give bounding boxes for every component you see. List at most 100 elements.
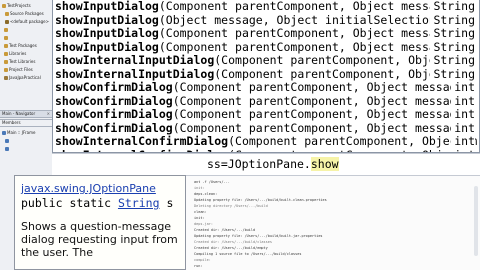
method-name: showInputDialog [55,0,159,13]
folder-icon [5,147,9,151]
method-name: showConfirmDialog [55,93,173,108]
navigator-tree: Main :: JFrame [0,129,52,153]
folder-icon [2,4,6,8]
javadoc-popup: javax.swing.JOptionPane public static St… [14,175,186,270]
completion-item[interactable]: showConfirmDialog (Component parentCompon… [53,120,479,135]
return-type: int [451,121,475,135]
tree-node[interactable]: TestProjects [0,2,52,10]
folder-icon [2,131,6,135]
tree-node-label: JavaJpaPractical [9,75,41,80]
editor-line[interactable]: ss=JOptionPane.show [52,153,480,175]
completion-item[interactable]: showConfirmDialog (Component parentCompon… [53,80,479,95]
folder-icon [4,28,8,32]
return-type: int [451,107,475,122]
folder-icon [5,12,9,16]
tree-node[interactable]: <default package> [0,18,52,26]
method-name: showInternalConfirmDialog [55,134,229,148]
javadoc-description: Shows a question-message dialog requesti… [21,220,178,259]
method-params: (Component parentComponent, Object messa… [172,93,471,108]
tree-node[interactable] [0,145,52,153]
output-console: ant -f /Users/... init: deps-clean: Updatin… [186,175,480,270]
tree-node[interactable]: Main :: JFrame [0,129,52,137]
folder-icon [4,76,8,80]
members-tab[interactable]: Members [0,119,52,127]
completion-item[interactable]: showConfirmDialog (Component parentCompon… [53,93,479,108]
method-name: showInternalInputDialog [55,66,215,81]
tree-node[interactable]: Source Packages [0,10,52,18]
signature-return-type[interactable]: String [118,196,160,210]
return-type: int [451,80,475,95]
return-type: String [430,67,475,81]
completion-item[interactable]: showInputDialog (Component parentComponen… [53,0,479,14]
console-lines: ant -f /Users/... init: deps-clean: Updatin… [186,176,480,270]
method-name: showInputDialog [55,26,159,40]
navigator-tab-label: Main - Navigator [2,111,36,116]
tree-node-label: Test Packages [9,43,37,48]
method-name: showConfirmDialog [55,107,173,121]
method-params: (Component parentComponent, Object messa… [158,0,457,13]
tree-node[interactable] [0,26,52,34]
tree-node-label: <default package> [10,19,49,24]
return-type: String [430,26,475,41]
javadoc-package-link[interactable]: javax.swing.JOptionPane [21,182,179,195]
code-text[interactable]: ss=JOptionPane.show [207,157,339,171]
completion-item[interactable]: showInternalInputDialog (Component parent… [53,53,479,68]
completion-item[interactable]: showInternalConfirmDialog(Component pare… [53,134,479,149]
folder-icon [5,20,9,24]
tree-node[interactable]: Project Files [0,66,52,74]
completion-list[interactable]: showInputDialog (Component parentComponen… [53,0,479,152]
method-name: showConfirmDialog [55,120,173,135]
folder-icon [4,60,8,64]
tree-node[interactable] [0,34,52,42]
navigator-tab[interactable]: Main - Navigator × [0,110,52,118]
return-type: String [430,13,475,27]
members-tab-label: Members [2,120,21,125]
close-icon[interactable]: × [47,110,50,118]
method-params: (Component parentComponent, Object m [214,66,464,81]
folder-icon [4,52,8,56]
method-name: showInputDialog [55,12,159,27]
method-name: showInternalInputDialog [55,53,215,67]
return-type: int [451,94,475,108]
typed-text: show [310,157,339,171]
method-params: (Component parentComponent, Object m [228,134,478,148]
tree-node-label: Project Files [9,67,33,72]
project-tree: TestProjects Source Packages <default pack… [0,0,52,82]
tree-node-label: Test Libraries [9,59,36,64]
method-params: (Component parentComponent, Object messa… [172,80,471,94]
folder-icon [4,68,8,72]
completion-item[interactable]: showInternalInputDialog (Component parent… [53,66,479,81]
tree-node-label: TestProjects [7,3,31,8]
tree-node[interactable]: Libraries [0,50,52,58]
folder-icon [4,36,8,40]
folder-icon [4,44,8,48]
tree-node-label: Libraries [9,51,27,56]
method-params: (Component parentComponent, Object messa… [172,120,471,135]
return-type: String [430,53,475,68]
console-scrollbar[interactable] [474,186,478,256]
tree-node[interactable]: JavaJpaPractical [0,74,52,82]
folder-icon [5,139,9,143]
method-params: (Component parentComponent, Object messa… [158,26,457,40]
javadoc-signature: public static String s [21,196,179,210]
return-type: int [451,134,475,149]
signature-modifiers: public static [21,196,112,210]
completion-item[interactable]: showInputDialog (Component parentComponen… [53,26,479,41]
tree-node[interactable]: Test Packages [0,42,52,50]
return-type: String [430,40,475,54]
method-name: showInputDialog [55,39,159,54]
method-name: showConfirmDialog [55,80,173,94]
code-completion-popup[interactable]: showInputDialog (Component parentComponen… [52,0,480,153]
method-params: (Component parentComponent, Object messa… [158,39,457,54]
tree-node[interactable] [0,137,52,145]
signature-method-name: s [166,196,174,210]
return-type: String [430,0,475,14]
tree-node[interactable]: Test Libraries [0,58,52,66]
completion-item[interactable]: showConfirmDialog (Component parentCompon… [53,107,479,122]
completion-item[interactable]: showInputDialog (Object message, Object i… [53,12,479,27]
code-prefix: ss=JOptionPane. [207,157,311,171]
method-params: (Component parentComponent, Object m [214,53,464,67]
tree-node-label: Main :: JFrame [7,130,36,135]
completion-item[interactable]: showInputDialog (Component parentComponen… [53,39,479,54]
tree-node-label: Source Packages [10,11,44,16]
